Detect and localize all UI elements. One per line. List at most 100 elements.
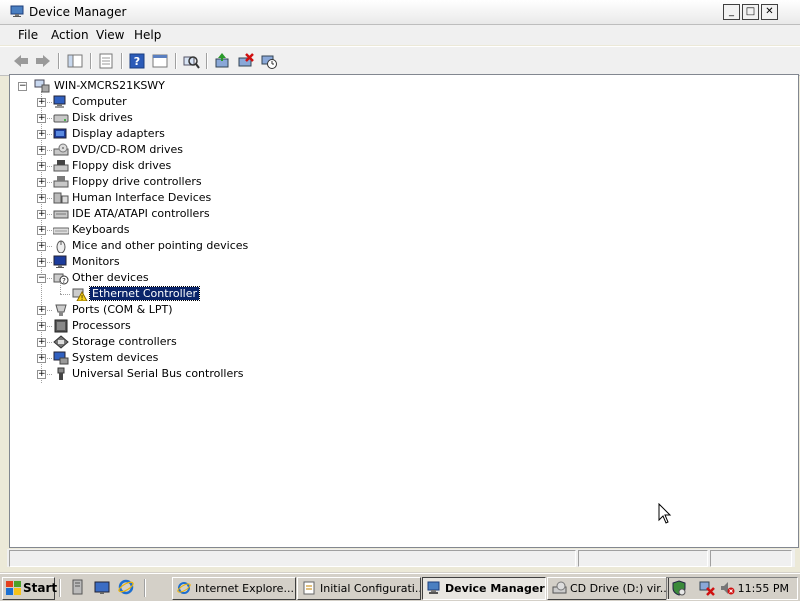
expand-expander[interactable]: +	[37, 162, 46, 171]
view-icon[interactable]	[151, 52, 169, 70]
ie-quicklaunch-icon[interactable]	[118, 579, 134, 595]
tree-category-row[interactable]: + DVD/CD-ROM drives	[10, 142, 710, 158]
tree-root-label: WIN-XMCRS21KSWY	[54, 79, 165, 92]
network-disconnected-tray-icon[interactable]	[699, 580, 715, 596]
tree-category-row[interactable]: + Floppy drive controllers	[10, 174, 710, 190]
properties-icon[interactable]	[97, 52, 115, 70]
tree-device-label: Ethernet Controller	[89, 286, 200, 301]
collapse-expander[interactable]: −	[37, 274, 46, 283]
tree-category-row[interactable]: + Display adapters	[10, 126, 710, 142]
display-adapter-icon	[53, 128, 67, 139]
expand-expander[interactable]: +	[37, 258, 46, 267]
show-hide-tree-icon[interactable]	[66, 52, 84, 70]
forward-icon[interactable]	[34, 52, 52, 70]
tree-category-label: Storage controllers	[72, 335, 177, 348]
expand-expander[interactable]: +	[37, 370, 46, 379]
tree-category-row[interactable]: + Processors	[10, 318, 710, 334]
tree-category-row[interactable]: + Computer	[10, 94, 710, 110]
tree-category-row[interactable]: + Ports (COM & LPT)	[10, 302, 710, 318]
taskbar-button[interactable]: Initial Configurati...	[297, 577, 421, 600]
computer-icon	[34, 79, 50, 93]
title-bar[interactable]: Device Manager _ □ ✕	[0, 0, 800, 25]
expand-expander[interactable]: +	[37, 210, 46, 219]
tree-category-row[interactable]: + Monitors	[10, 254, 710, 270]
tree-category-label: Floppy disk drives	[72, 159, 172, 172]
expand-expander[interactable]: +	[37, 226, 46, 235]
show-desktop-quicklaunch-icon[interactable]	[94, 579, 110, 595]
taskbar-button[interactable]: Device Manager	[422, 577, 546, 600]
expand-expander[interactable]: +	[37, 146, 46, 155]
expand-expander[interactable]: +	[37, 130, 46, 139]
tree-category-row[interactable]: + Universal Serial Bus controllers	[10, 366, 710, 382]
expand-expander[interactable]: +	[37, 322, 46, 331]
device-tree[interactable]: − WIN-XMCRS21KSWY + Computer + Disk drives +…	[9, 74, 799, 548]
tree-category-row[interactable]: −? Other devices	[10, 270, 710, 286]
uninstall-icon[interactable]	[237, 52, 255, 70]
expand-expander[interactable]: +	[37, 338, 46, 347]
tree-category-row[interactable]: + Human Interface Devices	[10, 190, 710, 206]
menu-view[interactable]: View	[96, 28, 124, 42]
tree-category-row[interactable]: + Keyboards	[10, 222, 710, 238]
disable-icon[interactable]	[260, 52, 278, 70]
tree-category-row[interactable]: + IDE ATA/ATAPI controllers	[10, 206, 710, 222]
taskbar-button[interactable]: CD Drive (D:) vir...	[547, 577, 669, 600]
ie-icon	[177, 582, 191, 594]
expand-expander[interactable]: +	[37, 114, 46, 123]
tree-category-label: Processors	[72, 319, 131, 332]
config-icon	[303, 581, 315, 595]
server-manager-quicklaunch-icon[interactable]	[70, 579, 86, 595]
monitor-icon	[53, 255, 67, 268]
close-button[interactable]: ✕	[761, 4, 778, 20]
hid-icon	[53, 192, 69, 204]
volume-muted-tray-icon[interactable]	[719, 580, 735, 596]
collapse-root-expander[interactable]: −	[18, 82, 27, 91]
expand-expander[interactable]: +	[37, 98, 46, 107]
tree-category-label: DVD/CD-ROM drives	[72, 143, 183, 156]
tree-category-row[interactable]: + Mice and other pointing devices	[10, 238, 710, 254]
tree-device-row[interactable]: ! Ethernet Controller	[10, 282, 710, 302]
expand-expander[interactable]: +	[37, 306, 46, 315]
expand-expander[interactable]: +	[37, 194, 46, 203]
tree-category-label: Display adapters	[72, 127, 165, 140]
tree-category-label: Human Interface Devices	[72, 191, 212, 204]
mouse-cursor-icon	[658, 503, 672, 524]
tree-category-label: Other devices	[72, 271, 149, 284]
help-icon[interactable]: ?	[128, 52, 146, 70]
scan-hardware-icon[interactable]	[182, 52, 200, 70]
processor-icon	[54, 319, 68, 333]
disk-drive-icon	[53, 114, 69, 123]
system-device-icon	[53, 351, 69, 365]
tree-root-row[interactable]: − WIN-XMCRS21KSWY	[10, 78, 710, 94]
menu-bar: File Action View Help	[0, 25, 800, 45]
tree-category-label: Monitors	[72, 255, 120, 268]
floppy-controller-icon	[53, 176, 69, 188]
window-title: Device Manager	[29, 5, 127, 19]
update-driver-icon[interactable]	[213, 52, 231, 70]
menu-file[interactable]: File	[18, 28, 38, 42]
warning-device-icon: !	[72, 288, 88, 301]
status-pane-2	[578, 550, 708, 567]
menu-help[interactable]: Help	[134, 28, 161, 42]
expand-expander[interactable]: +	[37, 354, 46, 363]
back-icon[interactable]	[12, 52, 30, 70]
tree-category-row[interactable]: + Floppy disk drives	[10, 158, 710, 174]
minimize-button[interactable]: _	[723, 4, 740, 20]
taskbar-button[interactable]: Internet Explore...	[172, 577, 296, 600]
computer-icon	[53, 95, 66, 108]
taskbar-button-label: CD Drive (D:) vir...	[570, 582, 669, 595]
dvd-drive-icon	[53, 143, 69, 156]
tree-category-row[interactable]: + Disk drives	[10, 110, 710, 126]
tree-category-row[interactable]: + Storage controllers	[10, 334, 710, 350]
security-tray-icon[interactable]	[671, 580, 687, 596]
device-manager-icon	[427, 581, 440, 594]
taskbar: Start Internet Explore... Initial Configu…	[0, 573, 800, 601]
taskbar-button-label: Internet Explore...	[195, 582, 294, 595]
maximize-button[interactable]: □	[742, 4, 759, 20]
menu-action[interactable]: Action	[51, 28, 89, 42]
expand-expander[interactable]: +	[37, 242, 46, 251]
expand-expander[interactable]: +	[37, 178, 46, 187]
cd-drive-icon	[552, 581, 567, 594]
tree-category-row[interactable]: + System devices	[10, 350, 710, 366]
start-button[interactable]: Start	[2, 577, 57, 600]
clock[interactable]: 11:55 PM	[738, 582, 789, 595]
